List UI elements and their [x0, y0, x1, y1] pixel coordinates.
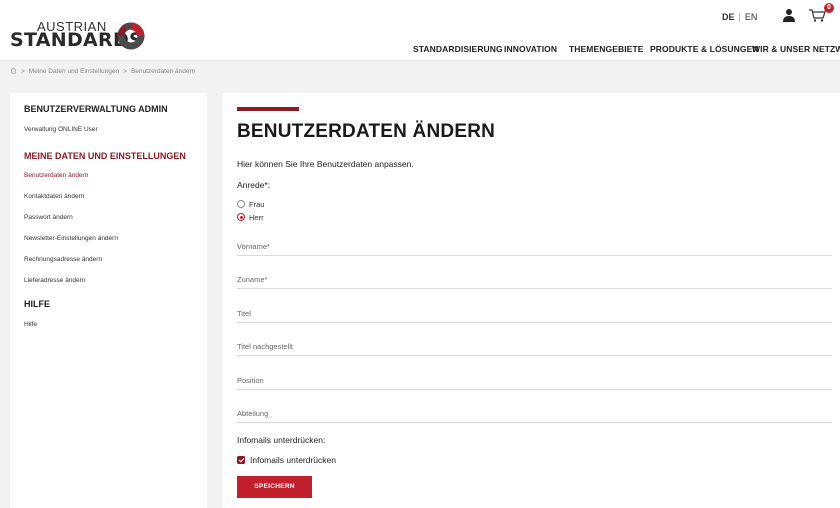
abteilung-input[interactable] — [237, 404, 832, 423]
sidebar-item-rechnungsadresse[interactable]: Rechnungsadresse ändern — [24, 256, 102, 263]
lang-separator: | — [738, 12, 741, 22]
nav-standardisierung[interactable]: STANDARDISIERUNG — [413, 44, 503, 54]
radio-herr-label: Herr — [249, 213, 264, 222]
user-icon[interactable] — [782, 8, 796, 22]
radio-herr[interactable]: Herr — [237, 213, 264, 223]
site-header: AUSTRIAN STANDARDS DE | EN 0 STANDARDISIER… — [0, 0, 840, 60]
cart-count-badge: 0 — [824, 3, 834, 13]
cart-icon[interactable] — [808, 8, 826, 22]
language-switcher: DE | EN — [722, 12, 757, 22]
anrede-label: Anrede*: — [237, 180, 271, 190]
radio-frau-control[interactable] — [237, 200, 245, 209]
breadcrumb-meine-daten[interactable]: Meine Daten und Einstellungen — [29, 68, 119, 75]
radio-herr-control[interactable] — [237, 213, 245, 222]
titel-nachgestellt-field[interactable] — [237, 336, 832, 356]
sidebar-heading-admin: BENUTZERVERWALTUNG ADMIN — [24, 104, 168, 114]
sidebar-heading-hilfe: HILFE — [24, 299, 50, 309]
sidebar: BENUTZERVERWALTUNG ADMIN Verwaltung ONLI… — [10, 93, 207, 508]
lang-en[interactable]: EN — [745, 12, 758, 22]
breadcrumb-current: Benutzerdaten ändern — [130, 68, 196, 75]
infomails-checkbox-row[interactable]: Infomails unterdrücken — [237, 455, 336, 467]
sidebar-item-hilfe[interactable]: Hilfe — [24, 321, 37, 328]
nav-wir-unser-netzwerk[interactable]: WIR & UNSER NETZWERK — [752, 44, 840, 54]
titel-nachgestellt-input[interactable] — [237, 337, 832, 356]
breadcrumb-separator: > — [123, 68, 127, 75]
titel-field[interactable] — [237, 303, 832, 323]
main-navigation: STANDARDISIERUNG INNOVATION THEMENGEBIET… — [0, 44, 840, 56]
page-title: BENUTZERDATEN ÄNDERN — [237, 121, 496, 142]
zuname-input[interactable] — [237, 270, 832, 289]
zuname-field[interactable] — [237, 269, 832, 289]
radio-frau[interactable]: Frau — [237, 200, 264, 210]
title-accent-bar — [237, 107, 299, 111]
sidebar-item-newsletter[interactable]: Newsletter-Einstellungen ändern — [24, 235, 118, 242]
nav-innovation[interactable]: INNOVATION — [504, 44, 557, 54]
home-icon[interactable] — [10, 67, 17, 74]
save-button[interactable]: SPEICHERN — [237, 476, 312, 498]
abteilung-field[interactable] — [237, 403, 832, 423]
nav-themengebiete[interactable]: THEMENGEBIETE — [569, 44, 644, 54]
breadcrumb-bar: > Meine Daten und Einstellungen > Benutzerd… — [0, 60, 840, 80]
nav-produkte-loesungen[interactable]: PRODUKTE & LÖSUNGEN — [650, 44, 759, 54]
breadcrumb: > Meine Daten und Einstellungen > Benutzerd… — [10, 67, 195, 75]
lang-de[interactable]: DE — [722, 12, 735, 22]
intro-text: Hier können Sie Ihre Benutzerdaten anpas… — [237, 159, 414, 169]
position-input[interactable] — [237, 371, 832, 390]
infomails-label: Infomails unterdrücken: — [237, 435, 326, 445]
sidebar-item-passwort[interactable]: Passwort ändern — [24, 214, 73, 221]
main-content: BENUTZERDATEN ÄNDERN Hier können Sie Ihr… — [222, 93, 840, 508]
sidebar-item-lieferadresse[interactable]: Lieferadresse ändern — [24, 277, 85, 284]
vorname-field[interactable] — [237, 236, 832, 256]
sidebar-item-kontaktdaten[interactable]: Kontaktdaten ändern — [24, 193, 84, 200]
infomails-checkbox[interactable] — [237, 455, 245, 464]
sidebar-item-verwaltung-online-user[interactable]: Verwaltung ONLINE User — [24, 126, 98, 133]
position-field[interactable] — [237, 370, 832, 390]
breadcrumb-separator: > — [21, 68, 25, 75]
radio-frau-label: Frau — [249, 200, 265, 209]
vorname-input[interactable] — [237, 237, 832, 256]
sidebar-item-benutzerdaten[interactable]: Benutzerdaten ändern — [24, 172, 88, 179]
sidebar-heading-meine-daten: MEINE DATEN UND EINSTELLUNGEN — [24, 151, 186, 161]
infomails-checkbox-label: Infomails unterdrücken — [250, 455, 336, 465]
titel-input[interactable] — [237, 304, 832, 323]
